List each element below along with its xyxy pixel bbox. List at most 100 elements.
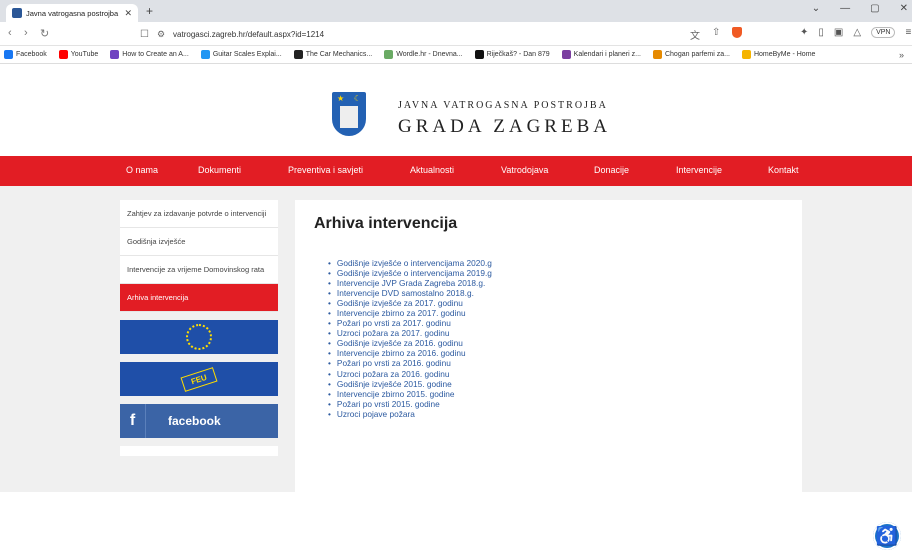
bookmark-item[interactable]: HomeByMe - Home [741, 50, 816, 59]
bookmark-item[interactable]: Wordle.hr - Dnevna... [384, 50, 463, 59]
archive-link[interactable]: Intervencije zbirno za 2016. godinu [328, 348, 492, 358]
archive-link[interactable]: Godišnje izvješće o intervencijama 2020.… [328, 258, 492, 268]
bookmark-label: The Car Mechanics... [305, 51, 373, 58]
sidebar-item-godisnja[interactable]: Godišnja izvješće [120, 228, 278, 256]
vpn-button[interactable]: VPN [871, 27, 896, 38]
bookmark-favicon-icon [652, 50, 662, 59]
bookmark-label: Facebook [16, 51, 47, 58]
web-page: ★ ☾ JAVNA VATROGASNA POSTROJBA GRADA ZAG… [0, 64, 912, 550]
window-controls: ⌄ — ▢ ✕ [812, 3, 908, 14]
site-title-line1[interactable]: JAVNA VATROGASNA POSTROJBA [398, 100, 608, 111]
back-icon[interactable]: ‹ [8, 27, 12, 39]
bookmark-item[interactable]: How to Create an A... [110, 50, 189, 59]
zagreb-coat-of-arms-logo[interactable]: ★ ☾ [332, 92, 366, 136]
brave-shields-icon[interactable] [732, 27, 743, 38]
sidebar-item-domovinski-rat[interactable]: Intervencije za vrijeme Domovinskog rata [120, 256, 278, 284]
more-bookmarks-icon[interactable]: » [899, 50, 904, 60]
tab-title: Javna vatrogasna postrojba Gr... [26, 8, 120, 18]
menu-item-aktualnosti[interactable]: Aktualnosti [410, 165, 454, 175]
eu-banner[interactable] [120, 320, 278, 354]
bookmark-page-icon[interactable]: ☐ [140, 29, 149, 40]
crest-star-icon: ★ [337, 94, 345, 103]
crest-castle-icon [340, 106, 358, 128]
close-window-icon[interactable]: ✕ [900, 3, 908, 14]
menu-item-kontakt[interactable]: Kontakt [768, 165, 799, 175]
feu-banner[interactable]: FEU [120, 362, 278, 396]
bookmark-item[interactable]: The Car Mechanics... [293, 50, 373, 59]
menu-icon[interactable]: ≡ [905, 27, 911, 38]
url-text[interactable]: vatrogasci.zagreb.hr/default.aspx?id=121… [173, 30, 324, 39]
site-info-icon[interactable]: ⚙ [157, 29, 165, 40]
address-bar[interactable]: ☐ ⚙ vatrogasci.zagreb.hr/default.aspx?id… [140, 25, 605, 43]
archive-link[interactable]: Požari po vrsti za 2016. godinu [328, 358, 492, 368]
browser-toolbar: ‹ › ↻ ☐ ⚙ vatrogasci.zagreb.hr/default.a… [0, 22, 912, 46]
page-title: Arhiva intervencija [314, 215, 458, 232]
intervention-archive-list: Godišnje izvješće o intervencijama 2020.… [328, 258, 492, 419]
bookmark-favicon-icon [293, 50, 303, 59]
sidebar-icon[interactable]: ▯ [818, 27, 824, 38]
menu-item-intervencije[interactable]: Intervencije [676, 165, 722, 175]
bookmark-item[interactable]: YouTube [58, 50, 99, 59]
extensions-icon[interactable]: ✦ [800, 27, 808, 38]
bookmark-favicon-icon [110, 50, 120, 59]
browser-tab[interactable]: Javna vatrogasna postrojba Gr... ✕ [6, 4, 138, 22]
archive-link[interactable]: Požari po vrsti za 2017. godinu [328, 318, 492, 328]
main-menu: O nama Dokumenti Preventiva i savjeti Ak… [0, 156, 912, 186]
archive-link[interactable]: Požari po vrsti 2015. godine [328, 399, 492, 409]
archive-link[interactable]: Godišnje izvješće o intervencijama 2019.… [328, 268, 492, 278]
forward-icon[interactable]: › [24, 27, 28, 39]
accessibility-icon[interactable]: ♿ [873, 522, 901, 550]
menu-item-o-nama[interactable]: O nama [126, 165, 158, 175]
bookmark-label: Guitar Scales Explai... [212, 51, 282, 58]
menu-item-donacije[interactable]: Donacije [594, 165, 629, 175]
archive-link[interactable]: Intervencije zbirno za 2017. godinu [328, 308, 492, 318]
archive-link[interactable]: Godišnje izvješće za 2017. godinu [328, 298, 492, 308]
archive-link[interactable]: Uzroci požara za 2017. godinu [328, 328, 492, 338]
site-title-line2[interactable]: GRADA ZAGREBA [398, 116, 611, 138]
bookmark-label: YouTube [70, 51, 99, 58]
facebook-label: facebook [168, 414, 221, 428]
sidebar-item-arhiva[interactable]: Arhiva intervencija [120, 284, 278, 312]
archive-link[interactable]: Uzroci pojave požara [328, 409, 492, 419]
sidebar-item-zahtjev[interactable]: Zahtjev za izdavanje potvrde o intervenc… [120, 200, 278, 228]
bookmark-label: Kalendari i planeri z... [573, 51, 641, 58]
bookmark-favicon-icon [561, 50, 571, 59]
bookmark-item[interactable]: Chogan parfemi za... [652, 50, 730, 59]
menu-item-preventiva[interactable]: Preventiva i savjeti [288, 165, 363, 175]
bookmark-favicon-icon [474, 50, 484, 59]
new-tab-icon[interactable]: + [146, 4, 153, 18]
archive-link[interactable]: Godišnje izvješće 2015. godine [328, 379, 492, 389]
bookmark-item[interactable]: Riječkaš? - Dan 879 [474, 50, 550, 59]
close-tab-icon[interactable]: ✕ [124, 8, 132, 19]
site-header: ★ ☾ JAVNA VATROGASNA POSTROJBA GRADA ZAG… [0, 64, 912, 156]
archive-link[interactable]: Intervencije zbirno 2015. godine [328, 389, 492, 399]
archive-link[interactable]: Intervencije JVP Grada Zagreba 2018.g. [328, 278, 492, 288]
archive-link[interactable]: Godišnje izvješće za 2016. godinu [328, 338, 492, 348]
tab-search-icon[interactable]: ⌄ [812, 3, 820, 14]
bookmark-label: How to Create an A... [122, 51, 189, 58]
minimize-icon[interactable]: — [840, 3, 850, 14]
bookmark-label: Chogan parfemi za... [664, 51, 730, 58]
address-bar-actions: 文 ⇧ [690, 27, 743, 42]
maximize-icon[interactable]: ▢ [870, 3, 879, 14]
menu-item-vatrodojava[interactable]: Vatrodojava [501, 165, 548, 175]
bookmark-item[interactable]: Guitar Scales Explai... [200, 50, 282, 59]
share-icon[interactable]: ⇧ [712, 27, 720, 42]
bookmark-favicon-icon [741, 50, 751, 59]
archive-link[interactable]: Uzroci požara za 2016. godinu [328, 369, 492, 379]
translate-icon[interactable]: 文 [690, 27, 700, 42]
reload-icon[interactable]: ↻ [40, 27, 49, 40]
site-favicon-icon [12, 8, 22, 18]
eu-stars-icon [186, 324, 212, 350]
menu-item-dokumenti[interactable]: Dokumenti [198, 165, 241, 175]
bookmark-item[interactable]: Kalendari i planeri z... [561, 50, 641, 59]
archive-link[interactable]: Intervencije DVD samostalno 2018.g. [328, 288, 492, 298]
bookmark-item[interactable]: Facebook [4, 50, 47, 59]
crest-moon-icon: ☾ [353, 94, 361, 103]
sidebar-next-banner[interactable] [120, 446, 278, 456]
bookmark-label: HomeByMe - Home [753, 51, 816, 58]
facebook-banner[interactable]: f facebook [120, 404, 278, 438]
wallet-icon[interactable]: ▣ [834, 27, 843, 38]
rewards-icon[interactable]: △ [853, 27, 861, 38]
bookmark-favicon-icon [58, 50, 68, 59]
